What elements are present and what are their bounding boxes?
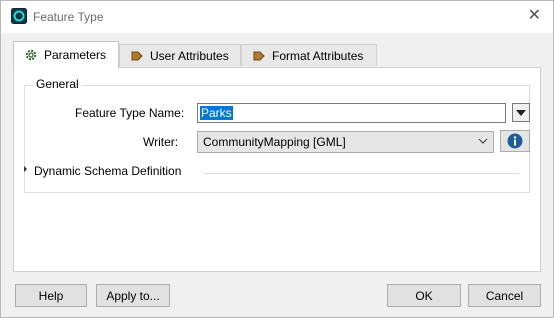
general-legend: General bbox=[33, 77, 82, 91]
expand-triangle-icon[interactable] bbox=[24, 166, 27, 172]
feature-type-name-label: Feature Type Name: bbox=[75, 106, 185, 120]
arrow-tag-icon bbox=[131, 51, 143, 60]
tab-format-attributes-label: Format Attributes bbox=[272, 48, 364, 63]
writer-label: Writer: bbox=[143, 135, 179, 149]
writer-select[interactable]: CommunityMapping [GML] bbox=[197, 131, 494, 153]
info-icon bbox=[507, 133, 523, 149]
writer-value: CommunityMapping [GML] bbox=[203, 135, 346, 149]
feature-type-name-value: Parks bbox=[200, 106, 233, 120]
name-dropdown-button[interactable] bbox=[512, 103, 530, 122]
apply-to-button[interactable]: Apply to... bbox=[96, 284, 170, 307]
dynamic-schema-definition-toggle[interactable]: Dynamic Schema Definition bbox=[34, 164, 181, 178]
ok-button[interactable]: OK bbox=[387, 284, 461, 307]
writer-info-button[interactable] bbox=[500, 130, 530, 152]
help-button[interactable]: Help bbox=[15, 284, 87, 307]
gear-icon bbox=[25, 49, 37, 61]
parameters-panel: General Feature Type Name: Parks Writer:… bbox=[13, 67, 541, 272]
feature-type-dialog: Feature Type ✕ Parameters User Attribute… bbox=[0, 0, 554, 318]
triangle-down-icon bbox=[516, 109, 526, 116]
chevron-down-icon bbox=[478, 138, 488, 144]
tab-user-attributes-label: User Attributes bbox=[150, 48, 229, 63]
title-bar: Feature Type ✕ bbox=[1, 1, 553, 33]
arrow-tag-icon bbox=[253, 51, 265, 60]
tab-parameters-label: Parameters bbox=[44, 48, 107, 62]
app-icon bbox=[11, 8, 27, 24]
window-title: Feature Type bbox=[33, 10, 104, 24]
close-icon[interactable]: ✕ bbox=[528, 7, 541, 25]
tab-parameters[interactable]: Parameters bbox=[13, 41, 119, 68]
tab-user-attributes[interactable]: User Attributes bbox=[119, 44, 241, 66]
cancel-button[interactable]: Cancel bbox=[468, 284, 541, 307]
feature-type-name-input[interactable]: Parks bbox=[197, 103, 506, 123]
dynamic-schema-divider bbox=[204, 173, 519, 174]
tab-format-attributes[interactable]: Format Attributes bbox=[241, 44, 377, 66]
